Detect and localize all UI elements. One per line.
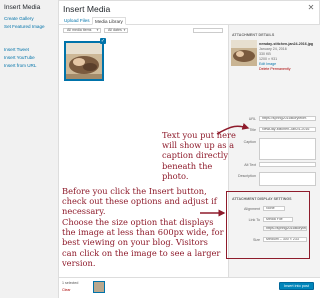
clear-selection-link[interactable]: Clear [62,288,71,292]
selected-count: 1 selected [62,281,79,285]
settings-annotation-2: Choose the size option that displays the… [62,217,224,268]
selection-thumbnail[interactable] [93,281,105,293]
settings-annotation-1: Before you click the Insert button, chec… [62,186,217,217]
caption-annotation: Text you put here will show up as a capt… [162,130,236,181]
insert-into-post-button[interactable]: Insert into post [279,282,314,290]
